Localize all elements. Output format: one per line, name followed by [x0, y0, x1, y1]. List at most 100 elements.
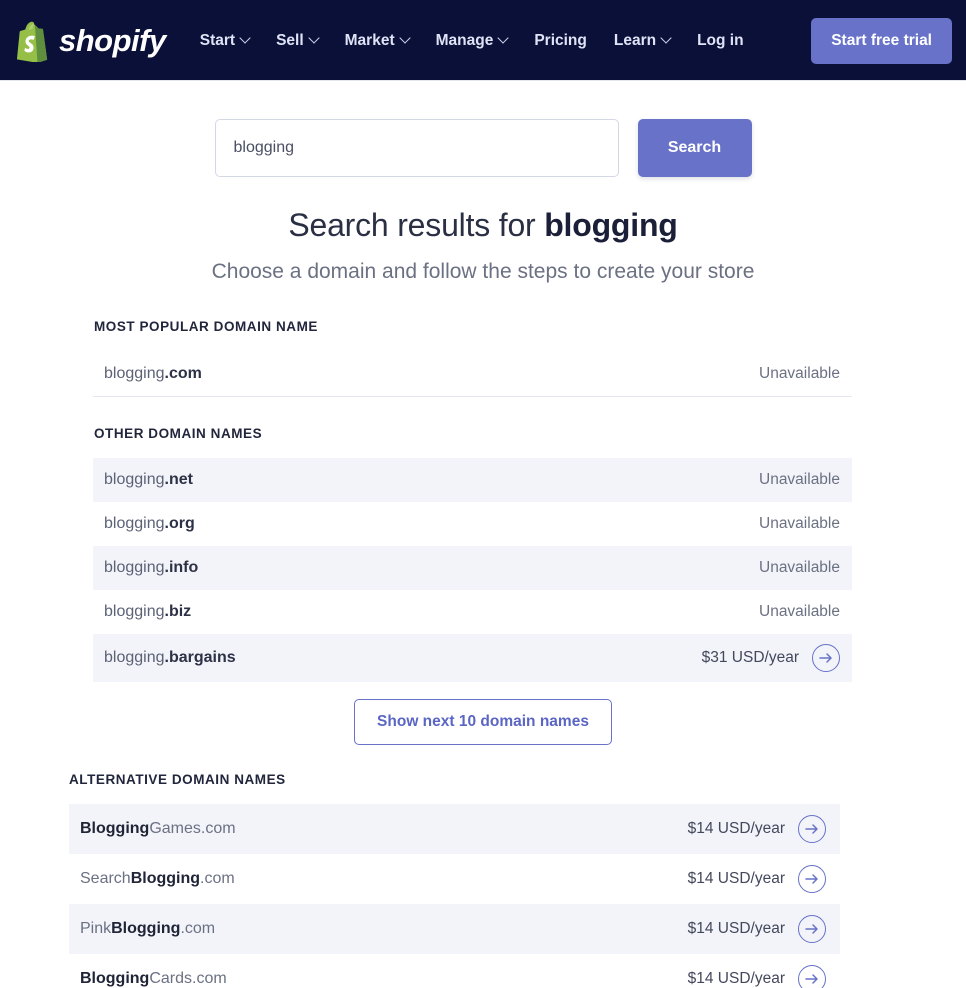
other-domains-list: blogging.net Unavailable blogging.org Un… — [0, 458, 966, 682]
row-right: $31 USD/year — [702, 644, 840, 672]
nav-item-sell-label: Sell — [276, 31, 304, 49]
domain-name: SearchBlogging.com — [80, 870, 235, 888]
table-row[interactable]: blogging.org Unavailable — [93, 502, 852, 546]
nav-item-login[interactable]: Log in — [697, 32, 744, 50]
nav-item-learn[interactable]: Learn — [613, 31, 672, 50]
domain-name: blogging.biz — [104, 603, 191, 621]
domain-name: blogging.net — [104, 471, 193, 489]
status-badge: Unavailable — [759, 603, 840, 620]
table-row[interactable]: SearchBlogging.com $14 USD/year — [69, 854, 840, 904]
domain-lead: Search — [80, 870, 131, 887]
select-domain-arrow-button[interactable] — [798, 965, 826, 988]
arrow-right-icon — [804, 874, 818, 884]
domain-tld: .org — [164, 515, 195, 532]
status-badge: Unavailable — [759, 559, 840, 576]
page-subtitle: Choose a domain and follow the steps to … — [211, 260, 755, 283]
domain-tail: Blogging — [111, 920, 181, 937]
domain-sld: blogging — [104, 365, 165, 382]
domain-price: $14 USD/year — [687, 920, 785, 937]
domain-lead: Blogging — [80, 970, 150, 987]
row-right: Unavailable — [759, 515, 840, 533]
table-row[interactable]: blogging.info Unavailable — [93, 546, 852, 590]
arrow-right-icon — [804, 924, 818, 934]
domain-tail: Games.com — [149, 820, 236, 837]
nav-item-sell[interactable]: Sell — [276, 31, 320, 50]
row-right: Unavailable — [759, 365, 840, 383]
row-right: Unavailable — [759, 559, 840, 577]
table-row[interactable]: blogging.net Unavailable — [93, 458, 852, 502]
chevron-down-icon — [307, 31, 320, 44]
domain-name: PinkBlogging.com — [80, 920, 215, 938]
domain-tld: .bargains — [164, 649, 236, 666]
nav-links: Start Sell Market Manage Pricing Learn L… — [200, 32, 811, 50]
select-domain-arrow-button[interactable] — [798, 915, 826, 943]
section-heading-other-domains: OTHER DOMAIN NAMES — [94, 426, 263, 441]
row-right: $14 USD/year — [688, 815, 826, 843]
domain-name: blogging.info — [104, 559, 198, 577]
domain-price: $14 USD/year — [687, 820, 785, 837]
domain-name: blogging.com — [104, 365, 202, 383]
domain-price: $14 USD/year — [687, 970, 785, 987]
select-domain-arrow-button[interactable] — [812, 644, 840, 672]
select-domain-arrow-button[interactable] — [798, 815, 826, 843]
domain-name: blogging.org — [104, 515, 195, 533]
page-title: Search results for blogging — [0, 207, 966, 244]
status-badge: Unavailable — [759, 471, 840, 488]
chevron-down-icon — [660, 31, 672, 44]
table-row[interactable]: PinkBlogging.com $14 USD/year — [69, 904, 840, 954]
domain-price: $31 USD/year — [701, 649, 799, 666]
chevron-down-icon — [239, 31, 251, 44]
start-free-trial-button[interactable]: Start free trial — [811, 17, 952, 64]
domain-tld: .info — [164, 559, 199, 576]
chevron-down-icon — [398, 31, 411, 44]
page-title-prefix: Search results for — [288, 207, 545, 243]
domain-suffix: .com — [200, 870, 235, 887]
row-right: $14 USD/year — [688, 965, 826, 988]
domain-suffix: .com — [180, 920, 216, 937]
chevron-down-icon — [497, 31, 509, 44]
row-right: $14 USD/year — [688, 915, 826, 943]
table-row[interactable]: BloggingGames.com $14 USD/year — [69, 804, 840, 854]
status-badge: Unavailable — [759, 515, 840, 532]
row-right: Unavailable — [759, 471, 840, 489]
arrow-right-icon — [804, 824, 818, 834]
domain-lead: Blogging — [80, 820, 150, 837]
domain-name: blogging.bargains — [104, 649, 236, 667]
domain-sld: blogging — [104, 603, 165, 620]
arrow-right-icon — [804, 974, 818, 984]
top-navigation-bar: shopify Start Sell Market Manage Pricing… — [0, 0, 966, 81]
shopify-logo[interactable]: shopify — [12, 20, 166, 62]
page-title-query: blogging — [544, 207, 678, 243]
search-button[interactable]: Search — [637, 119, 752, 177]
nav-item-pricing[interactable]: Pricing — [534, 32, 587, 50]
search-input[interactable] — [214, 119, 619, 177]
nav-item-learn-label: Learn — [613, 31, 657, 49]
show-next-10-domains-button[interactable]: Show next 10 domain names — [354, 699, 612, 745]
table-row[interactable]: blogging.bargains $31 USD/year — [93, 634, 852, 682]
arrow-right-icon — [818, 653, 832, 663]
table-row[interactable]: BloggingCards.com $14 USD/year — [69, 954, 840, 988]
domain-tld: .biz — [164, 603, 192, 620]
nav-item-manage[interactable]: Manage — [436, 31, 509, 50]
domain-name: BloggingCards.com — [80, 970, 227, 988]
nav-item-start[interactable]: Start — [199, 31, 251, 50]
row-right: $14 USD/year — [688, 865, 826, 893]
row-right: Unavailable — [759, 603, 840, 621]
section-heading-most-popular: MOST POPULAR DOMAIN NAME — [94, 319, 318, 334]
show-more-wrapper: Show next 10 domain names — [0, 699, 966, 745]
select-domain-arrow-button[interactable] — [798, 865, 826, 893]
shopify-bag-icon — [16, 21, 48, 62]
domain-tld: .net — [164, 471, 193, 488]
domain-sld: blogging — [104, 515, 165, 532]
nav-item-market[interactable]: Market — [345, 31, 411, 50]
table-row[interactable]: blogging.biz Unavailable — [93, 590, 852, 634]
nav-item-start-label: Start — [199, 31, 236, 49]
domain-tail: Blogging — [130, 870, 201, 887]
domain-search-form: Search — [0, 81, 966, 177]
table-row[interactable]: blogging.com Unavailable — [93, 352, 852, 397]
status-badge: Unavailable — [759, 365, 840, 382]
alternative-domains-list: BloggingGames.com $14 USD/year SearchBlo… — [0, 804, 966, 988]
domain-sld: blogging — [104, 471, 165, 488]
domain-tail: Cards.com — [149, 970, 227, 987]
most-popular-list: blogging.com Unavailable — [0, 352, 966, 397]
